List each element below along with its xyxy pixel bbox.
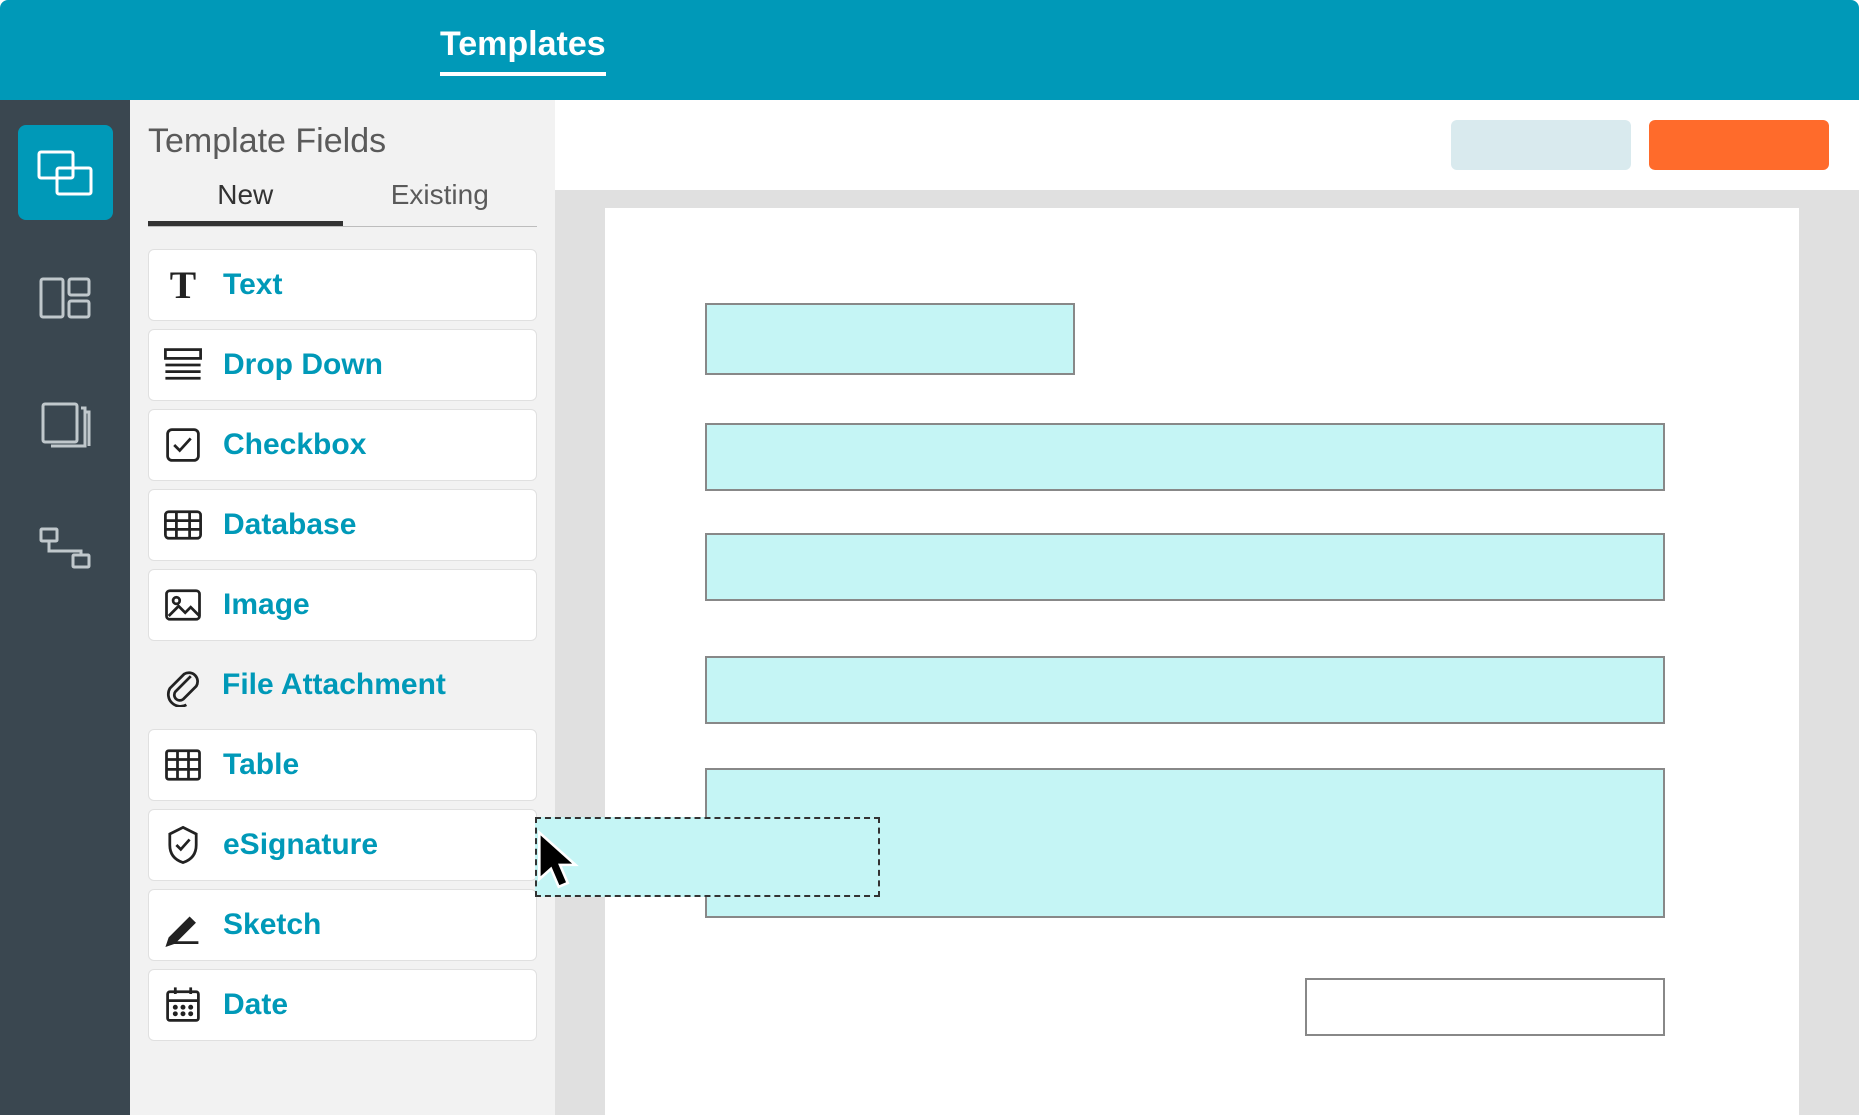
- rail-item-layout[interactable]: [18, 250, 113, 345]
- app-header: Templates: [0, 0, 1859, 100]
- header-tab-templates[interactable]: Templates: [440, 25, 606, 76]
- checkbox-icon: [161, 423, 205, 467]
- template-canvas[interactable]: [605, 208, 1799, 1115]
- placeholder-field[interactable]: [1305, 978, 1665, 1036]
- field-label: File Attachment: [222, 668, 446, 702]
- field-esignature[interactable]: eSignature: [148, 809, 537, 881]
- pages-icon: [35, 398, 95, 448]
- field-checkbox[interactable]: Checkbox: [148, 409, 537, 481]
- tab-new[interactable]: New: [148, 179, 343, 226]
- esignature-icon: [161, 823, 205, 867]
- field-table[interactable]: Table: [148, 729, 537, 801]
- field-image[interactable]: Image: [148, 569, 537, 641]
- field-label: Table: [223, 748, 299, 782]
- cursor-icon: [534, 830, 586, 897]
- tab-existing[interactable]: Existing: [343, 179, 538, 226]
- field-label: Database: [223, 508, 356, 542]
- field-database[interactable]: Database: [148, 489, 537, 561]
- sidebar: Template Fields New Existing T Text: [130, 100, 555, 1115]
- database-icon: [161, 503, 205, 547]
- field-list: T Text Drop Down: [148, 249, 537, 1041]
- date-icon: [161, 983, 205, 1027]
- drag-ghost: [535, 817, 880, 897]
- placeholder-field[interactable]: [705, 533, 1665, 601]
- sidebar-title: Template Fields: [148, 122, 537, 161]
- field-dropdown[interactable]: Drop Down: [148, 329, 537, 401]
- field-label: Checkbox: [223, 428, 366, 462]
- content-area: [555, 100, 1859, 1115]
- placeholder-field[interactable]: [705, 656, 1665, 724]
- attachment-icon: [160, 663, 204, 707]
- placeholder-field[interactable]: [705, 423, 1665, 491]
- svg-text:T: T: [170, 263, 196, 307]
- rail-item-workflow[interactable]: [18, 500, 113, 595]
- workflow-icon: [35, 523, 95, 573]
- field-label: Text: [223, 268, 282, 302]
- table-icon: [161, 743, 205, 787]
- dropdown-icon: [161, 343, 205, 387]
- field-sketch[interactable]: Sketch: [148, 889, 537, 961]
- text-icon: T: [161, 263, 205, 307]
- sidebar-tabs: New Existing: [148, 179, 537, 227]
- field-label: Sketch: [223, 908, 321, 942]
- placeholder-field[interactable]: [705, 303, 1075, 375]
- field-text[interactable]: T Text: [148, 249, 537, 321]
- field-label: eSignature: [223, 828, 378, 862]
- toolbar: [555, 100, 1859, 190]
- field-date[interactable]: Date: [148, 969, 537, 1041]
- field-label: Date: [223, 988, 288, 1022]
- sketch-icon: [161, 903, 205, 947]
- primary-button[interactable]: [1649, 120, 1829, 170]
- nav-rail: [0, 100, 130, 1115]
- layout-icon: [35, 273, 95, 323]
- canvas-wrap: [555, 190, 1859, 1115]
- secondary-button[interactable]: [1451, 120, 1631, 170]
- field-label: Image: [223, 588, 310, 622]
- templates-icon: [35, 148, 95, 198]
- field-label: Drop Down: [223, 348, 383, 382]
- field-file-attachment[interactable]: File Attachment: [148, 649, 537, 721]
- rail-item-templates[interactable]: [18, 125, 113, 220]
- image-icon: [161, 583, 205, 627]
- rail-item-pages[interactable]: [18, 375, 113, 470]
